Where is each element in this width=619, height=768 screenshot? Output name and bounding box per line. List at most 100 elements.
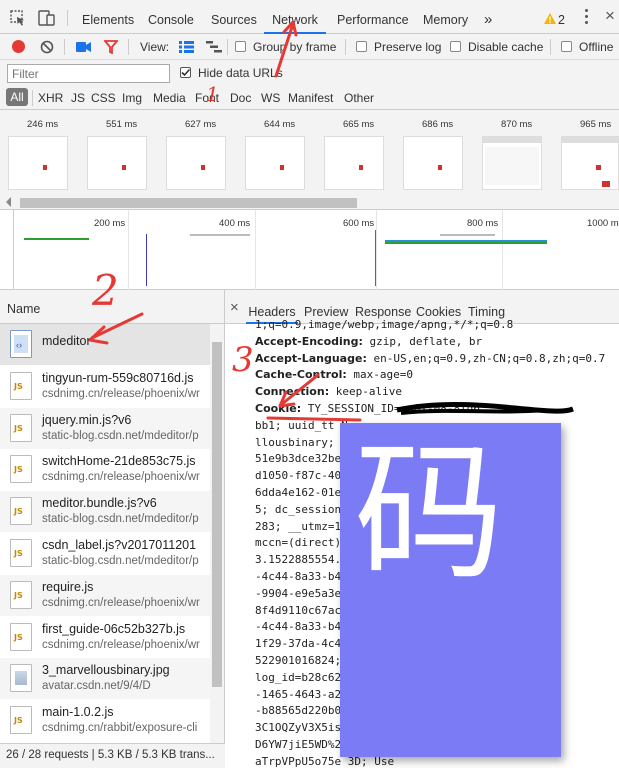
overview-tick: 600 ms: [343, 218, 375, 229]
request-name: meditor.bundle.js?v6: [42, 496, 157, 511]
request-row[interactable]: JS csdn_label.js?v2017011201 static-blog.c…: [0, 533, 210, 574]
toolbar-separator: [550, 39, 551, 55]
overview-tick: 200 ms: [94, 218, 126, 229]
tab-memory[interactable]: Memory: [423, 0, 468, 34]
scroll-left-icon[interactable]: [6, 197, 11, 207]
request-row[interactable]: JS meditor.bundle.js?v6 static-blog.csdn.n…: [0, 491, 210, 533]
request-domain: csdnimg.cn/release/phoenix/wr: [42, 638, 200, 651]
type-filter-all[interactable]: All: [6, 88, 28, 106]
filmstrip-frame[interactable]: [403, 136, 463, 190]
type-filter-ws[interactable]: WS: [261, 91, 280, 105]
filmstrip-frame[interactable]: [245, 136, 305, 190]
clear-icon[interactable]: [40, 40, 54, 54]
group-by-frame-checkbox[interactable]: [235, 41, 246, 52]
overview-gridline: [128, 210, 129, 290]
filter-icon[interactable]: [104, 40, 118, 54]
close-details-icon[interactable]: ×: [230, 299, 239, 316]
header-value: 1;q=0.9,image/webp,image/apng,*/*;q=0.8: [255, 318, 514, 331]
request-domain: csdnimg.cn/release/phoenix/wr: [42, 387, 200, 400]
header-value: max-age=0: [346, 368, 413, 382]
header-line: Accept-Encoding: gzip, deflate, br: [255, 334, 617, 351]
file-type-label: JS: [14, 507, 23, 517]
offline-checkbox[interactable]: [561, 41, 572, 52]
tab-console[interactable]: Console: [148, 0, 194, 34]
filmstrip-scrollbar[interactable]: [0, 196, 619, 210]
record-icon[interactable]: [12, 40, 25, 53]
tab-elements[interactable]: Elements: [82, 0, 134, 34]
inspect-element-icon[interactable]: [10, 10, 26, 26]
capture-screenshots-icon[interactable]: [76, 41, 92, 53]
file-type-label: JS: [14, 465, 23, 475]
waterfall-icon[interactable]: [206, 41, 222, 53]
hide-data-urls-label: Hide data URLs: [198, 66, 283, 80]
resource-type-filters: All XHR JS CSS Img Media Font Doc WS Man…: [0, 86, 619, 110]
group-by-frame-label: Group by frame: [253, 40, 337, 54]
script-file-icon: JS: [10, 622, 32, 651]
filmstrip-frame[interactable]: [87, 136, 147, 190]
request-bar: [440, 234, 495, 236]
filmstrip-frame[interactable]: [324, 136, 384, 190]
filmstrip-scroll-thumb[interactable]: [20, 198, 357, 208]
header-value: keep-alive: [329, 385, 402, 399]
request-name: tingyun-rum-559c80716d.js: [42, 370, 194, 385]
filmstrip-frame[interactable]: [561, 136, 619, 190]
request-row[interactable]: JS require.js csdnimg.cn/release/phoenix/w…: [0, 574, 210, 616]
type-filter-doc[interactable]: Doc: [230, 91, 251, 105]
tab-network[interactable]: Network: [264, 0, 326, 34]
hide-data-urls-checkbox[interactable]: [180, 67, 191, 78]
request-row[interactable]: JS tingyun-rum-559c80716d.js csdnimg.cn/re…: [0, 366, 210, 407]
request-domain: static-blog.csdn.net/mdeditor/p: [42, 555, 199, 567]
request-row[interactable]: JS first_guide-06c52b327b.js csdnimg.cn/re…: [0, 617, 210, 658]
request-list-scroll-thumb[interactable]: [212, 342, 222, 687]
disable-cache-checkbox[interactable]: [450, 41, 461, 52]
request-row[interactable]: JS main-1.0.2.js csdnimg.cn/rabbit/exposur…: [0, 700, 210, 741]
header-line: 1;q=0.9,image/webp,image/apng,*/*;q=0.8: [255, 317, 617, 334]
menu-kebab-icon[interactable]: [585, 9, 589, 25]
filmstrip-time: 644 ms: [264, 119, 296, 130]
filmstrip-frame[interactable]: [166, 136, 226, 190]
filmstrip-frame[interactable]: [482, 136, 542, 190]
filter-input[interactable]: [7, 64, 170, 83]
filmstrip-time: 665 ms: [343, 119, 375, 130]
file-type-label: JS: [14, 549, 23, 558]
request-bar: [24, 238, 89, 240]
header-key: Accept-Language:: [255, 351, 367, 365]
type-filter-js[interactable]: JS: [71, 91, 85, 105]
view-label: View:: [140, 40, 170, 54]
request-row[interactable]: 3_marvellousbinary.jpg avatar.csdn.net/9/…: [0, 658, 210, 700]
status-bar: 26 / 28 requests | 5.3 KB / 5.3 KB trans…: [0, 743, 225, 768]
header-line: Accept-Language: en-US,en;q=0.9,zh-CN;q=…: [255, 351, 617, 368]
type-filter-img[interactable]: Img: [122, 91, 142, 105]
file-type-label: JS: [14, 716, 23, 726]
disable-cache-label: Disable cache: [468, 40, 544, 54]
request-bar: [190, 234, 250, 236]
name-column-header[interactable]: Name: [7, 302, 40, 316]
request-name: jquery.min.js?v6: [42, 412, 132, 427]
more-tabs-button[interactable]: »: [484, 0, 492, 34]
filmstrip-frame[interactable]: [8, 136, 68, 190]
tab-performance[interactable]: Performance: [337, 0, 409, 34]
type-filter-xhr[interactable]: XHR: [38, 91, 63, 105]
request-row[interactable]: JS jquery.min.js?v6 static-blog.csdn.net/m…: [0, 407, 210, 449]
filter-bar: Hide data URLs: [0, 60, 619, 86]
devtools-tabbar: Elements Console Sources Network Perform…: [0, 0, 619, 34]
large-rows-icon[interactable]: [179, 41, 194, 53]
request-name: require.js: [42, 579, 94, 594]
tab-sources[interactable]: Sources: [211, 0, 257, 34]
request-row[interactable]: ‹› mdeditor: [0, 324, 210, 365]
toolbar-separator: [128, 39, 129, 55]
type-filter-manifest[interactable]: Manifest: [288, 91, 333, 105]
filmstrip-time: 551 ms: [106, 119, 138, 130]
preserve-log-checkbox[interactable]: [356, 41, 367, 52]
overview-gridline: [255, 210, 256, 290]
request-name: first_guide-06c52b327b.js: [42, 621, 186, 636]
close-devtools-icon[interactable]: ×: [605, 6, 615, 26]
script-file-icon: JS: [10, 497, 32, 526]
warning-icon[interactable]: [543, 12, 557, 25]
type-filter-css[interactable]: CSS: [91, 91, 116, 105]
type-filter-media[interactable]: Media: [153, 91, 186, 105]
device-toolbar-icon[interactable]: [38, 10, 56, 26]
type-filter-other[interactable]: Other: [344, 91, 374, 105]
request-row[interactable]: JS switchHome-21de853c75.js csdnimg.cn/rel…: [0, 449, 210, 490]
request-domain: csdnimg.cn/rabbit/exposure-cli: [42, 722, 198, 735]
